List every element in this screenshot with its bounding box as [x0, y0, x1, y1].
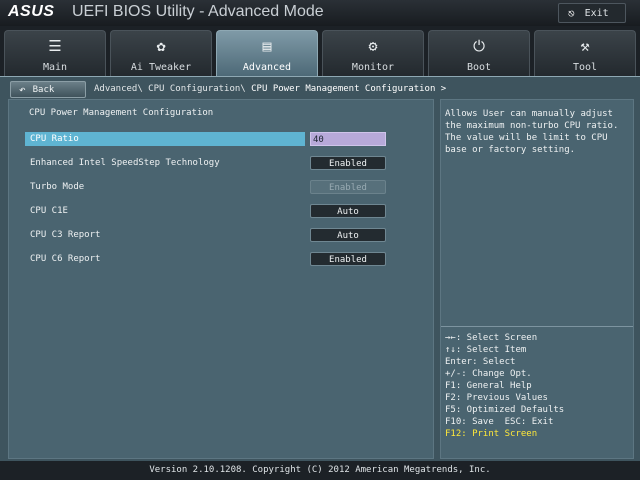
title-bar: ASUS UEFI BIOS Utility - Advanced Mode ⎋…	[0, 0, 640, 26]
speedstep-dropdown[interactable]: Enabled	[310, 156, 386, 170]
tab-monitor[interactable]: ⚙ Monitor	[322, 30, 424, 76]
tab-main-label: Main	[42, 62, 68, 73]
list-icon: ☰	[48, 37, 62, 55]
cpu-c3-report-dropdown[interactable]: Auto	[310, 228, 386, 242]
key-hint: +/-: Change Opt.	[445, 369, 532, 379]
key-hint: F5: Optimized Defaults	[445, 405, 565, 415]
tab-main[interactable]: ☰ Main	[4, 30, 106, 76]
app-title: UEFI BIOS Utility - Advanced Mode	[72, 3, 324, 20]
tab-advanced-label: Advanced	[242, 62, 292, 73]
help-divider	[441, 326, 633, 327]
breadcrumb-path: Advanced\ CPU Configuration\	[94, 84, 252, 94]
back-button[interactable]: ↶ Back	[10, 81, 86, 98]
tab-tool[interactable]: ⚒ Tool	[534, 30, 636, 76]
setting-label: Turbo Mode	[30, 182, 85, 192]
power-icon: ⏻	[473, 37, 485, 55]
setting-label: CPU C3 Report	[30, 230, 101, 240]
cpu-ratio-input[interactable]: 40	[310, 132, 386, 146]
setting-label: CPU C6 Report	[30, 254, 101, 264]
key-hint: ↑↓: Select Item	[445, 345, 527, 355]
exit-icon: ⎋	[568, 6, 575, 20]
asus-logo: ASUS	[8, 3, 55, 20]
setting-row-cpu-c1e[interactable]: CPU C1E Auto	[25, 202, 387, 218]
monitor-info-icon: ▤	[262, 37, 272, 55]
breadcrumb-current: CPU Power Management Configuration >	[251, 84, 447, 94]
cpu-c6-report-dropdown[interactable]: Enabled	[310, 252, 386, 266]
breadcrumb: Advanced\ CPU Configuration\ CPU Power M…	[94, 84, 446, 94]
tab-ai-tweaker[interactable]: ✿ Ai Tweaker	[110, 30, 212, 76]
tab-monitor-label: Monitor	[351, 62, 395, 73]
key-hint: Enter: Select	[445, 357, 516, 367]
setting-row-cpu-c6-report[interactable]: CPU C6 Report Enabled	[25, 250, 387, 266]
turbo-mode-dropdown: Enabled	[310, 180, 386, 194]
back-arrow-icon: ↶	[19, 83, 26, 96]
exit-button[interactable]: ⎋ Exit	[558, 3, 626, 23]
copyright-footer: Version 2.10.1208. Copyright (C) 2012 Am…	[149, 465, 491, 475]
setting-row-speedstep[interactable]: Enhanced Intel SpeedStep Technology Enab…	[25, 154, 387, 170]
tab-boot-label: Boot	[466, 62, 492, 73]
setting-label: CPU Ratio	[25, 132, 305, 146]
back-label: Back	[32, 84, 55, 95]
key-legend: →←: Select Screen ↑↓: Select Item Enter:…	[445, 332, 564, 440]
tab-advanced[interactable]: ▤ Advanced	[216, 30, 318, 76]
key-hint: →←: Select Screen	[445, 333, 538, 343]
key-hint: F1: General Help	[445, 381, 532, 391]
main-tabs: ☰ Main ✿ Ai Tweaker ▤ Advanced ⚙ Monitor…	[0, 30, 640, 76]
setting-row-cpu-c3-report[interactable]: CPU C3 Report Auto	[25, 226, 387, 242]
setting-row-turbo-mode: Turbo Mode Enabled	[25, 178, 387, 194]
tab-tool-label: Tool	[572, 62, 598, 73]
setting-row-cpu-ratio[interactable]: CPU Ratio 40	[25, 130, 387, 146]
content-frame: ↶ Back Advanced\ CPU Configuration\ CPU …	[0, 76, 640, 461]
key-hint-print-screen: F12: Print Screen	[445, 429, 538, 439]
fan-icon: ✿	[156, 37, 166, 55]
section-title: CPU Power Management Configuration	[29, 108, 214, 118]
cpu-c1e-dropdown[interactable]: Auto	[310, 204, 386, 218]
tab-ai-tweaker-label: Ai Tweaker	[130, 62, 192, 73]
exit-label: Exit	[584, 7, 609, 19]
setting-label: Enhanced Intel SpeedStep Technology	[30, 158, 220, 168]
tool-icon: ⚒	[580, 37, 590, 55]
key-hint: F2: Previous Values	[445, 393, 548, 403]
settings-panel: CPU Power Management Configuration CPU R…	[8, 99, 434, 459]
help-panel: Allows User can manually adjust the maxi…	[440, 99, 634, 459]
setting-label: CPU C1E	[30, 206, 68, 216]
gauge-icon: ⚙	[368, 37, 378, 55]
help-description: Allows User can manually adjust the maxi…	[445, 109, 619, 155]
tab-boot[interactable]: ⏻ Boot	[428, 30, 530, 76]
key-hint: F10: Save ESC: Exit	[445, 417, 554, 427]
